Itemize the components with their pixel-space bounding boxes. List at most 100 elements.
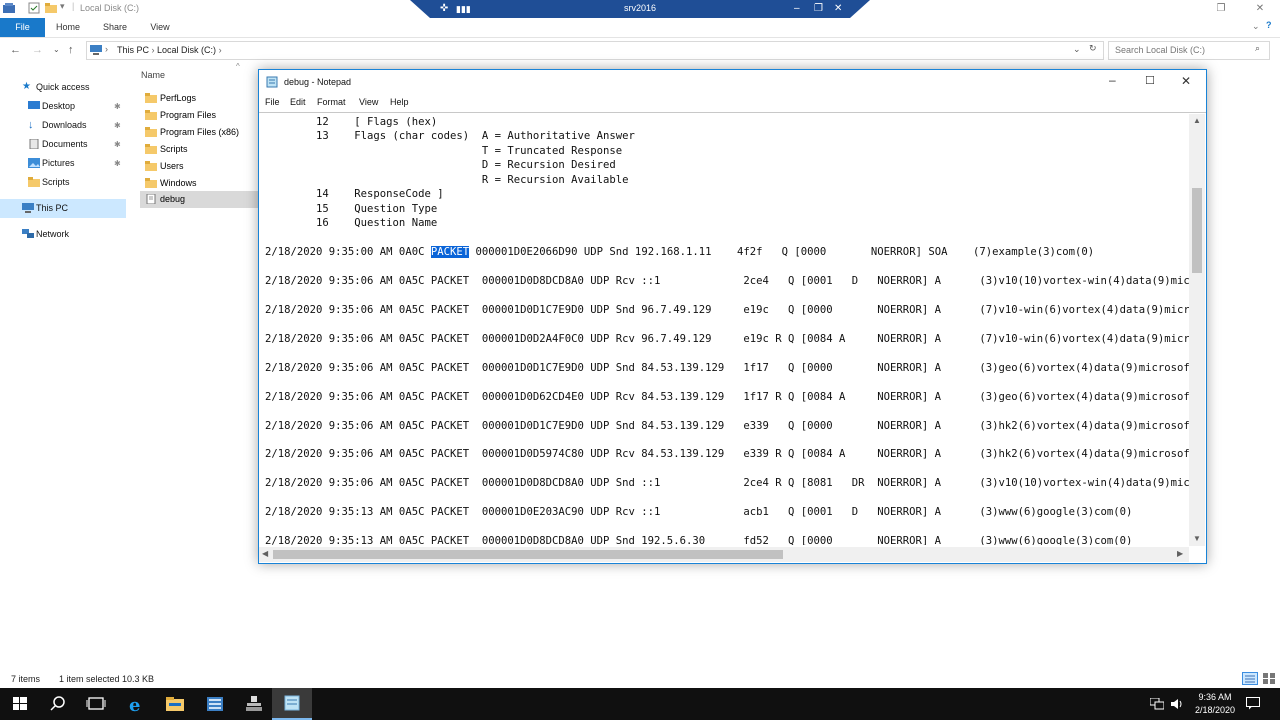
breadcrumb-local-disk[interactable]: Local Disk (C:) <box>157 45 216 55</box>
menu-file[interactable]: File <box>265 97 280 107</box>
address-dropdown-icon[interactable]: ⌄ <box>1073 44 1081 55</box>
windows-start-icon[interactable] <box>0 688 40 720</box>
list-item[interactable]: Windows <box>140 175 258 192</box>
ribbon-expand-icon[interactable]: ⌄ <box>1252 21 1260 32</box>
server-manager-icon[interactable] <box>195 688 235 720</box>
text-line-log: 2/18/2020 9:35:06 AM 0A5C PACKET 000001D… <box>265 361 1189 374</box>
notepad-text[interactable]: 12 [ Flags (hex) 13 Flags (char codes) A… <box>265 115 1189 545</box>
menu-format[interactable]: Format <box>317 97 346 107</box>
breadcrumb-chevron-icon[interactable]: › <box>105 44 108 54</box>
search-input[interactable]: Search Local Disk (C:) <box>1115 45 1205 55</box>
column-header-name[interactable]: Name <box>141 70 165 80</box>
large-icons-view-icon[interactable] <box>1262 672 1276 685</box>
search-box[interactable]: Search Local Disk (C:) ⌕ <box>1108 41 1270 60</box>
search-icon[interactable] <box>38 688 78 720</box>
file-explorer-icon[interactable] <box>155 688 195 720</box>
tab-view[interactable]: View <box>140 18 180 37</box>
notifications-icon[interactable] <box>1246 697 1260 710</box>
notepad-menu-bar: File Edit Format View Help <box>259 95 1206 111</box>
pin-icon[interactable]: ✱ <box>114 135 121 154</box>
log-suffix: 000001D0E2066D90 UDP Snd 192.168.1.11 4f… <box>469 246 1095 259</box>
pin-icon[interactable]: ✱ <box>114 97 121 116</box>
notepad-maximize-icon[interactable]: ☐ <box>1145 74 1155 87</box>
rdp-pin-icon[interactable]: ✜ <box>440 2 448 16</box>
nav-item-quick-access[interactable]: ★ Quick access <box>22 78 127 97</box>
app-icon[interactable] <box>234 688 274 720</box>
notepad-minimize-icon[interactable]: – <box>1109 73 1116 87</box>
scroll-up-icon[interactable]: ▲ <box>1193 116 1201 126</box>
list-item[interactable]: Users <box>140 158 258 175</box>
details-view-icon[interactable] <box>1242 672 1258 685</box>
rdp-minimize-icon[interactable]: – <box>794 2 800 16</box>
nav-item-documents[interactable]: Documents ✱ <box>28 135 128 154</box>
quick-access-dropdown-icon[interactable]: ▾ <box>60 1 65 12</box>
text-blank-line <box>265 346 1189 360</box>
nav-item-scripts[interactable]: Scripts <box>28 173 128 192</box>
folder-icon <box>145 178 157 188</box>
list-item[interactable]: PerfLogs <box>140 90 258 107</box>
help-icon[interactable]: ? <box>1266 20 1272 30</box>
nav-item-desktop[interactable]: Desktop ✱ <box>28 97 128 116</box>
taskbar-clock-time[interactable]: 9:36 AM <box>1190 692 1240 702</box>
list-item[interactable]: Program Files (x86) <box>140 124 258 141</box>
vertical-scroll-thumb[interactable] <box>1192 188 1202 273</box>
forward-arrow-icon[interactable]: → <box>32 43 43 57</box>
list-item[interactable]: Program Files <box>140 107 258 124</box>
network-tray-icon[interactable] <box>1150 698 1164 710</box>
taskbar-clock-date[interactable]: 2/18/2020 <box>1186 705 1244 715</box>
pin-icon[interactable]: ✱ <box>114 116 121 135</box>
computer-icon <box>90 45 102 55</box>
nav-item-label: This PC <box>36 203 69 213</box>
text-line-log: 2/18/2020 9:35:06 AM 0A5C PACKET 000001D… <box>265 448 1189 461</box>
explorer-close-icon[interactable]: ✕ <box>1245 1 1275 17</box>
recent-locations-icon[interactable]: ⌄ <box>53 43 60 57</box>
text-line-header: 12 [ Flags (hex) <box>265 116 438 128</box>
file-name: Users <box>160 161 184 171</box>
notepad-close-icon[interactable]: ✕ <box>1181 74 1191 88</box>
new-folder-icon[interactable] <box>45 2 57 14</box>
horizontal-scroll-thumb[interactable] <box>273 550 783 559</box>
text-line-log: 2/18/2020 9:35:06 AM 0A5C PACKET 000001D… <box>265 332 1189 345</box>
nav-item-network[interactable]: Network <box>22 225 127 244</box>
volume-tray-icon[interactable] <box>1170 698 1184 710</box>
pin-icon[interactable]: ✱ <box>114 154 121 173</box>
menu-view[interactable]: View <box>359 97 378 107</box>
back-arrow-icon[interactable]: ← <box>10 43 21 57</box>
nav-item-pictures[interactable]: Pictures ✱ <box>28 154 128 173</box>
folder-icon <box>145 127 157 137</box>
text-line-header: 16 Question Name <box>265 217 438 230</box>
navigation-pane: ★ Quick access Desktop ✱ ↓ Downloads ✱ D… <box>0 72 130 662</box>
properties-icon[interactable] <box>28 2 40 14</box>
folder-icon <box>145 144 157 154</box>
tab-home[interactable]: Home <box>48 18 88 37</box>
scroll-right-icon[interactable]: ▶ <box>1177 549 1183 559</box>
tab-share[interactable]: Share <box>95 18 135 37</box>
up-arrow-icon[interactable]: ↑ <box>68 43 74 57</box>
search-icon[interactable]: ⌕ <box>1255 43 1260 54</box>
vertical-scrollbar[interactable]: ▲ ▼ <box>1189 114 1205 546</box>
address-bar[interactable]: › This PC › Local Disk (C:) › ⌄ ↻ <box>86 41 1104 60</box>
list-item[interactable]: Scripts <box>140 141 258 158</box>
tab-file[interactable]: File <box>0 18 45 37</box>
menu-help[interactable]: Help <box>390 97 409 107</box>
rdp-restore-icon[interactable]: ❐ <box>814 2 823 16</box>
task-view-icon[interactable] <box>76 688 116 720</box>
menu-edit[interactable]: Edit <box>290 97 306 107</box>
explorer-restore-icon[interactable]: ❐ <box>1206 1 1236 17</box>
text-line-header: T = Truncated Response <box>265 144 623 157</box>
internet-explorer-icon[interactable]: e <box>116 688 156 720</box>
notepad-title-bar[interactable]: debug - Notepad – ☐ ✕ <box>259 70 1206 94</box>
refresh-icon[interactable]: ↻ <box>1089 43 1097 54</box>
nav-item-this-pc[interactable]: This PC <box>0 199 126 218</box>
file-name: Program Files (x86) <box>160 127 240 137</box>
scroll-left-icon[interactable]: ◀ <box>262 549 268 559</box>
horizontal-scrollbar[interactable]: ◀ ▶ <box>259 547 1189 562</box>
list-item-selected[interactable]: debug <box>140 191 258 208</box>
rdp-close-icon[interactable]: ✕ <box>834 2 842 16</box>
breadcrumb-this-pc[interactable]: This PC <box>117 45 149 55</box>
nav-item-downloads[interactable]: ↓ Downloads ✱ <box>28 116 128 135</box>
selected-text[interactable]: PACKET <box>430 246 470 259</box>
notepad-taskbar-button[interactable] <box>272 688 312 720</box>
scroll-down-icon[interactable]: ▼ <box>1193 534 1201 544</box>
notepad-edit-area[interactable]: 12 [ Flags (hex) 13 Flags (char codes) A… <box>259 112 1206 563</box>
